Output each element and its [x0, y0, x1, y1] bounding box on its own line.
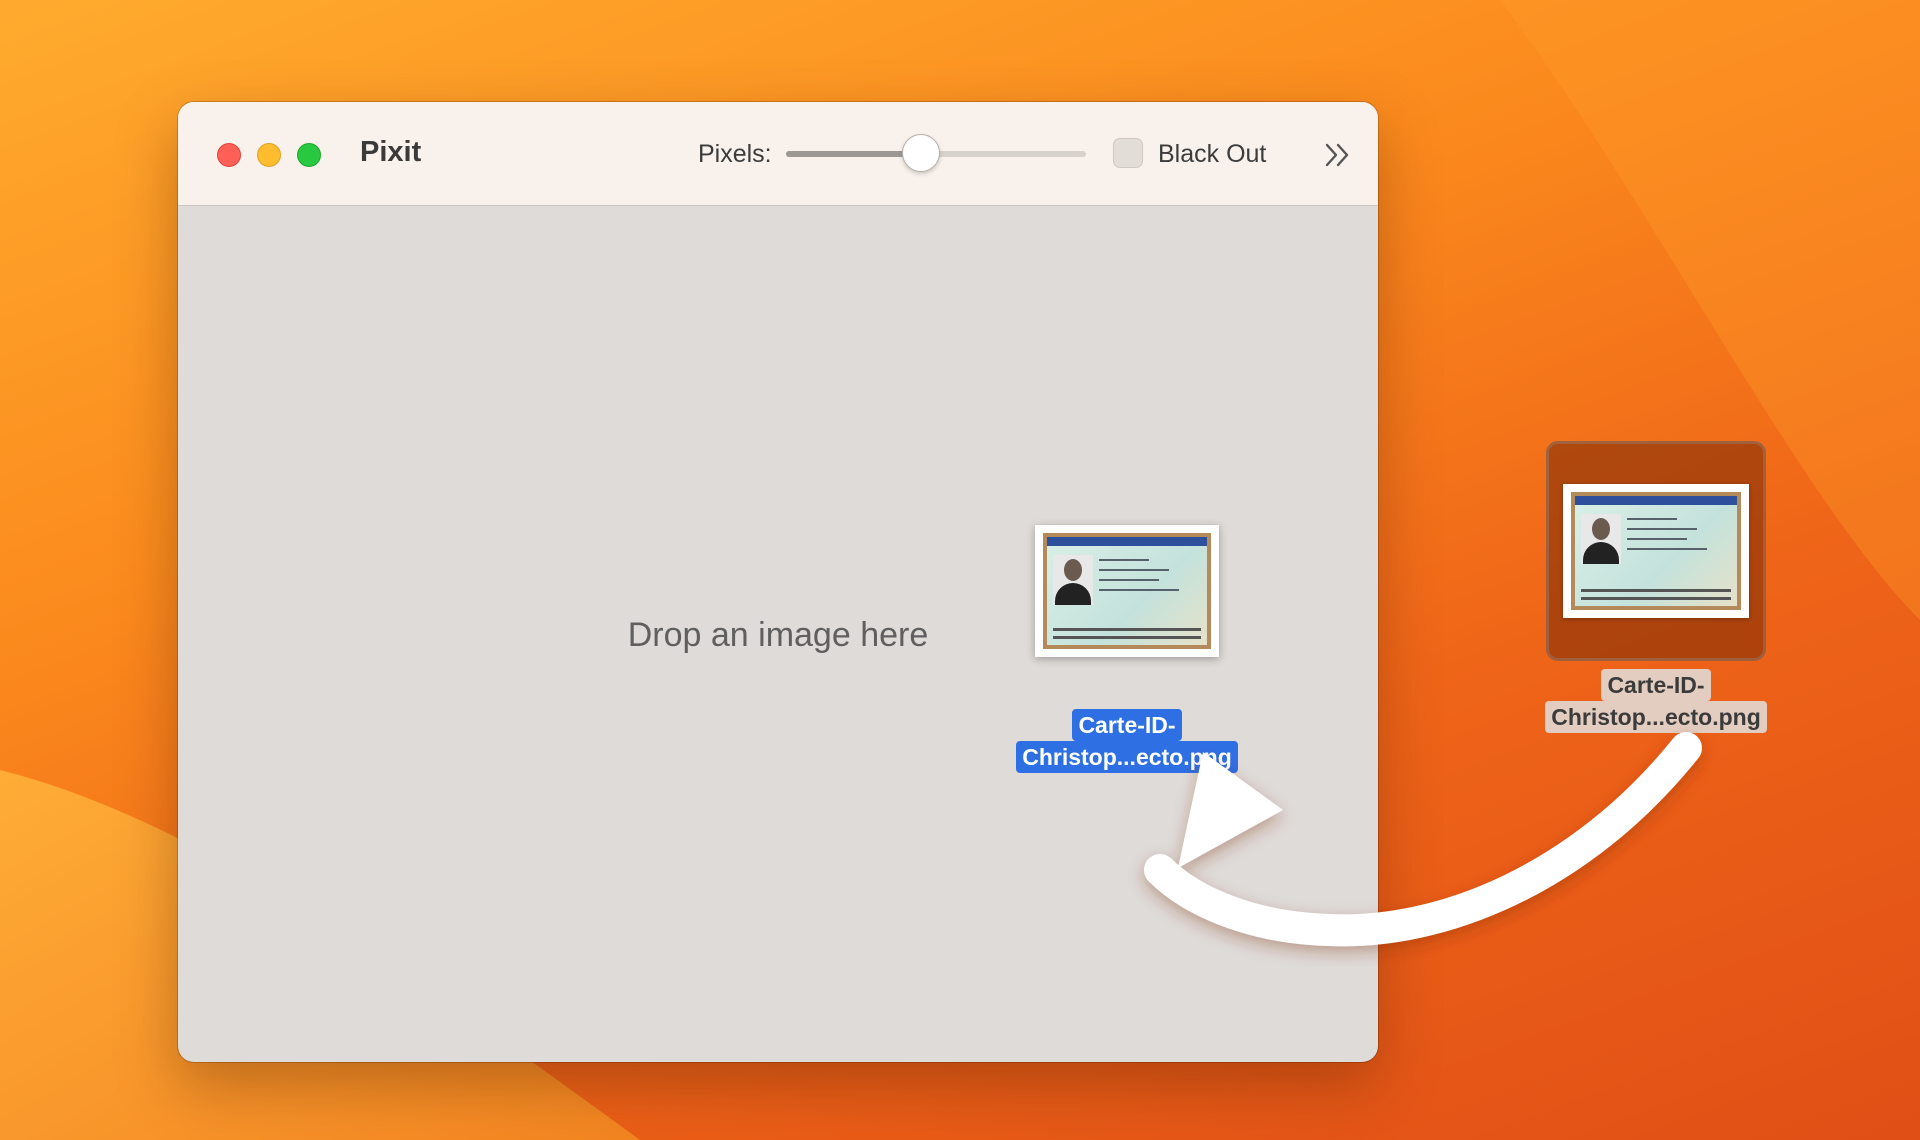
- dragged-file-name: Carte-ID- Christop...ecto.png: [1004, 709, 1250, 773]
- close-button[interactable]: [217, 143, 241, 167]
- blackout-checkbox[interactable]: [1113, 138, 1143, 168]
- id-card-image: [1571, 492, 1741, 610]
- desktop: Pixit Pixels: Black Out Drop an image he…: [0, 0, 1920, 1140]
- window-toolbar: Pixit Pixels: Black Out: [178, 102, 1378, 206]
- pixels-label: Pixels:: [698, 140, 772, 168]
- chevron-double-right-icon[interactable]: [1324, 142, 1352, 168]
- pixels-slider-knob[interactable]: [902, 134, 940, 172]
- desktop-file-name[interactable]: Carte-ID- Christop...ecto.png: [1520, 669, 1792, 733]
- pixels-slider-fill: [786, 151, 921, 157]
- blackout-label[interactable]: Black Out: [1158, 140, 1266, 169]
- window-title: Pixit: [360, 136, 422, 168]
- id-card-image: [1043, 533, 1211, 649]
- desktop-file-thumbnail[interactable]: [1563, 484, 1749, 618]
- dragged-file-thumbnail[interactable]: [1035, 525, 1219, 657]
- minimize-button[interactable]: [257, 143, 281, 167]
- zoom-button[interactable]: [297, 143, 321, 167]
